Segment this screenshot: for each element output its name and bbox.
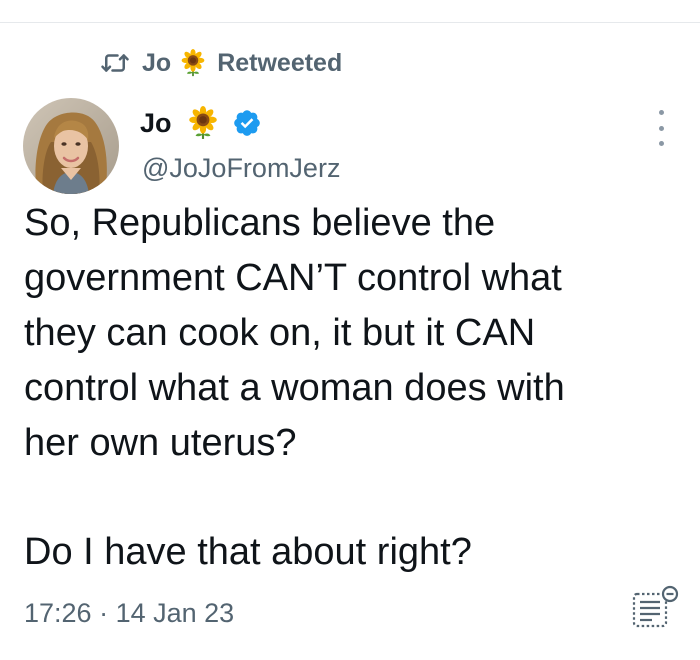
- tweet-line: So, Republicans believe the: [24, 202, 496, 244]
- tweet-line: her own uterus?: [24, 422, 297, 464]
- retweeted-label: Retweeted: [217, 48, 343, 77]
- tweet-time: 17:26: [24, 598, 92, 628]
- meta-separator: ·: [91, 598, 116, 628]
- more-options-button[interactable]: [650, 110, 672, 146]
- retweet-icon: [100, 48, 130, 78]
- retweeter-name: Jo: [142, 48, 172, 77]
- tweet-timestamp[interactable]: 17:26 · 14 Jan 23: [24, 598, 234, 629]
- tweet-paragraph-1: So, Republicans believe the government C…: [24, 196, 684, 471]
- more-vertical-icon: [658, 110, 664, 115]
- list-view-icon[interactable]: [630, 584, 680, 632]
- tweet-line: government CAN’T control what: [24, 257, 562, 299]
- sunflower-icon: [179, 49, 207, 77]
- tweet-line: they can cook on, it but it CAN: [24, 312, 536, 354]
- verified-badge-icon: [232, 108, 262, 138]
- tweet-text: So, Republicans believe the government C…: [24, 196, 684, 580]
- avatar[interactable]: [23, 98, 119, 194]
- sunflower-icon: [186, 106, 220, 140]
- author-handle[interactable]: @JoJoFromJerz: [142, 153, 340, 184]
- tweet-date: 14 Jan 23: [115, 598, 235, 628]
- author-name: Jo: [140, 107, 172, 138]
- retweet-context[interactable]: Jo Retweeted: [100, 46, 342, 80]
- tweet-paragraph-2: Do I have that about right?: [24, 531, 472, 573]
- tweet-line: control what a woman does with: [24, 367, 565, 409]
- author-name-row[interactable]: Jo: [140, 103, 262, 143]
- top-divider: [0, 22, 700, 23]
